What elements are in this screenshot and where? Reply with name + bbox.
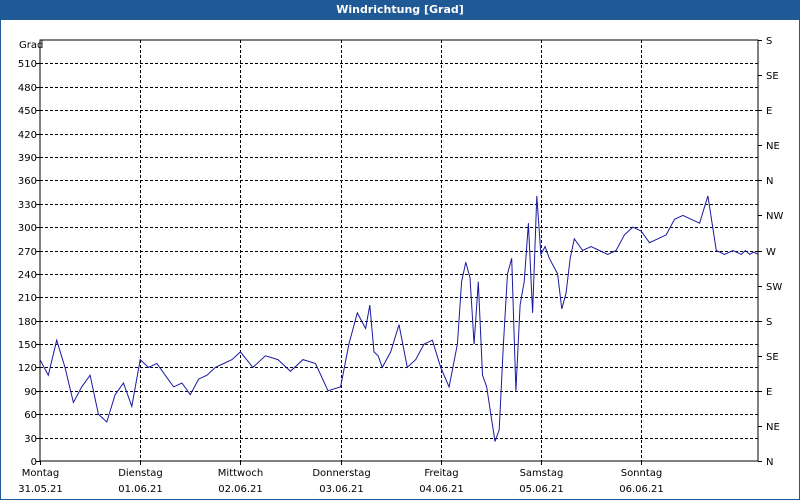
- x-tick-date: 06.06.21: [619, 484, 664, 495]
- x-tick-date: 02.06.21: [218, 484, 263, 495]
- y-tick-label: 300: [18, 223, 37, 234]
- y-tick-label: 360: [18, 176, 37, 187]
- y-tick-label: 270: [18, 247, 37, 258]
- x-tick-day: Donnerstag: [312, 468, 370, 479]
- y-tick-label: 60: [24, 410, 37, 421]
- y-axis-label: Grad: [19, 40, 43, 51]
- right-axis-label: E: [766, 106, 772, 117]
- x-tick-date: 03.06.21: [319, 484, 364, 495]
- y-tick-label: 180: [18, 317, 37, 328]
- y-tick-label: 150: [18, 340, 37, 351]
- right-axis-label: W: [766, 247, 776, 258]
- x-tick-day: Freitag: [424, 468, 458, 479]
- plot-border: [39, 39, 759, 462]
- x-tick-date: 31.05.21: [18, 484, 63, 495]
- right-axis-label: NW: [766, 211, 783, 222]
- wind-direction-line: [39, 195, 759, 442]
- axes: 0 30 60 90 120 150 180 210 240 270 300 330 360 390 420…: [18, 36, 784, 495]
- y-tick-label: 210: [18, 293, 37, 304]
- y-tick-label: 330: [18, 200, 37, 211]
- chart-frame: 0 30 60 90 120 150 180 210 240 270 300 330 360 390 420…: [0, 19, 800, 500]
- right-axis-label: S: [766, 36, 772, 47]
- series: [39, 195, 759, 442]
- right-axis-label: N: [766, 457, 773, 468]
- x-tick-day: Samstag: [520, 468, 564, 479]
- x-tick-day: Dienstag: [118, 468, 163, 479]
- y-tick-label: 30: [24, 434, 37, 445]
- right-axis-label: SE: [766, 352, 779, 363]
- x-tick-day: Mittwoch: [218, 468, 263, 479]
- right-axis-label: E: [766, 387, 772, 398]
- y-tick-label: 480: [18, 83, 37, 94]
- y-tick-label: 240: [18, 270, 37, 281]
- y-tick-label: 390: [18, 153, 37, 164]
- y-tick-label: 420: [18, 130, 37, 141]
- x-tick-day: Sonntag: [621, 468, 663, 479]
- grid: [40, 40, 758, 461]
- x-tick-date: 01.06.21: [118, 484, 163, 495]
- y-tick-label: 90: [24, 387, 37, 398]
- y-tick-label: 510: [18, 59, 37, 70]
- right-axis-label: SE: [766, 71, 779, 82]
- x-tick-date: 04.06.21: [419, 484, 464, 495]
- right-axis-label: NE: [766, 422, 780, 433]
- right-axis-label: S: [766, 317, 772, 328]
- y-tick-label: 120: [18, 363, 37, 374]
- chart-title: Windrichtung [Grad]: [0, 0, 800, 19]
- right-axis-label: N: [766, 176, 773, 187]
- x-tick-date: 05.06.21: [519, 484, 564, 495]
- x-tick-day: Montag: [22, 468, 59, 479]
- wind-direction-chart: 0 30 60 90 120 150 180 210 240 270 300 330 360 390 420…: [18, 36, 784, 495]
- y-tick-label: 0: [31, 457, 37, 468]
- right-axis-label: SW: [766, 282, 782, 293]
- y-tick-label: 450: [18, 106, 37, 117]
- right-axis-label: NE: [766, 141, 780, 152]
